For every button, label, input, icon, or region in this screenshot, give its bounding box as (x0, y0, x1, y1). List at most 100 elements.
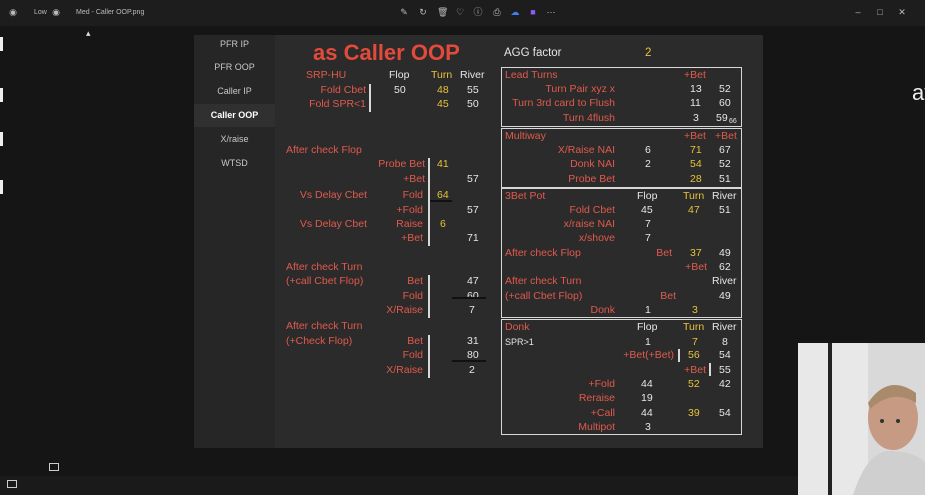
stat-label: Multipot (578, 421, 615, 433)
col-turn: Turn (431, 69, 453, 81)
pen-icon[interactable]: ✎ (399, 7, 409, 17)
stat-value: 41 (437, 158, 449, 170)
stat-value: 6 (645, 144, 651, 156)
stat-label: Turn 4flush (562, 112, 615, 124)
stat-value: 6 (440, 218, 446, 230)
app-icon[interactable]: ■ (528, 7, 538, 17)
stat-label: x/shove (578, 232, 615, 244)
heart-icon[interactable]: ♡ (455, 7, 465, 17)
sidebar-item-xraise[interactable]: X/raise (194, 134, 275, 144)
sidebar-item-caller-oop[interactable]: Caller OOP (194, 104, 275, 127)
stat-value: 31 (467, 335, 479, 347)
page-title: as Caller OOP (313, 40, 460, 65)
stat-label: Bet (407, 335, 423, 347)
stat-value: 57 (467, 173, 479, 185)
stat-value: 71 (690, 144, 702, 156)
stat-value: 67 (719, 144, 731, 156)
edge-mark (0, 37, 3, 51)
stat-label: x/raise NAI (563, 218, 615, 230)
stat-value: 60 (719, 97, 731, 109)
divider (709, 363, 711, 376)
window-icon[interactable] (49, 463, 59, 471)
window-title-bar: ◉ Low ◉ Med - Caller OOP.png ✎ ↻ 🗑 ♡ ⓘ ⎙… (0, 0, 925, 26)
stat-value: 59 (716, 112, 728, 124)
col-flop: Flop (389, 69, 410, 81)
edge-mark (0, 132, 3, 146)
close-icon[interactable]: ✕ (897, 7, 907, 17)
stat-value: 54 (719, 349, 731, 361)
webcam-person-image (798, 343, 925, 495)
stat-value: 3 (693, 112, 699, 124)
after-check-turn-subheader: (+call Cbet Flop) (286, 275, 364, 287)
stat-value: 55 (467, 84, 479, 96)
divider (428, 275, 430, 318)
col-bet: +Bet (715, 130, 737, 142)
edge-mark (0, 180, 3, 194)
stat-label: +Fold (588, 378, 615, 390)
stat-label: +Call (590, 407, 615, 419)
stat-value: 13 (690, 83, 702, 95)
stat-label: X/Raise NAI (557, 144, 615, 156)
stat-label: Probe Bet (378, 158, 425, 170)
print-icon[interactable]: ⎙ (492, 7, 502, 17)
stat-value: 42 (719, 378, 731, 390)
stat-value: 7 (469, 304, 475, 316)
stat-subvalue: 66 (729, 118, 737, 125)
app-icon[interactable]: ◉ (8, 7, 18, 17)
cloud-icon[interactable]: ☁ (510, 7, 520, 17)
app-icon[interactable]: ◉ (51, 7, 61, 17)
rotate-icon[interactable]: ↻ (418, 7, 428, 17)
after-check-flop-label: After check Flop (505, 247, 581, 259)
stat-value: 7 (692, 336, 698, 348)
trash-icon[interactable]: 🗑 (437, 7, 448, 17)
after-check-flop-header: After check Flop (286, 144, 362, 156)
stat-label: Bet (407, 275, 423, 287)
stat-label: Bet (660, 290, 676, 302)
col-turn: Turn (683, 321, 705, 333)
minimize-icon[interactable]: – (853, 7, 863, 17)
strike-mark (452, 297, 486, 299)
sidebar-item-wtsd[interactable]: WTSD (194, 158, 275, 168)
stat-value: 1 (645, 304, 651, 316)
stat-label: Reraise (578, 392, 615, 404)
stat-value: 1 (645, 336, 651, 348)
stat-value: 51 (719, 173, 731, 185)
window-icon[interactable] (7, 480, 17, 488)
stat-label: Fold (402, 189, 423, 201)
strike-mark (430, 200, 452, 202)
info-icon[interactable]: ⓘ (473, 7, 483, 17)
stat-value: 8 (722, 336, 728, 348)
stat-value: 47 (467, 275, 479, 287)
divider (428, 335, 430, 378)
stat-value: 2 (469, 364, 475, 376)
mouse-cursor-icon: ▴ (86, 28, 91, 38)
spr-label: SPR>1 (505, 337, 534, 347)
stat-value: 7 (645, 232, 651, 244)
stat-label: +Bet (401, 232, 423, 244)
col-bet: +Bet (684, 130, 706, 142)
tab-low[interactable]: Low (34, 9, 47, 16)
stat-value: 3 (645, 421, 651, 433)
stat-value: 52 (688, 378, 700, 390)
more-icon[interactable]: ⋯ (546, 7, 556, 17)
col-river: River (712, 190, 737, 202)
stat-value: 47 (688, 204, 700, 216)
stat-label: Fold Cbet (320, 84, 366, 96)
stat-value: 50 (394, 84, 406, 96)
stat-value: 44 (641, 407, 653, 419)
after-check-turn-subheader: (+Check Flop) (286, 335, 353, 347)
divider (369, 84, 371, 112)
tab-file-title[interactable]: Med - Caller OOP.png (76, 9, 144, 16)
multiway-header: Multiway (505, 130, 546, 142)
stat-value: 52 (719, 158, 731, 170)
stat-label: Fold (402, 349, 423, 361)
sidebar-item-caller-ip[interactable]: Caller IP (194, 86, 275, 96)
divider (678, 349, 680, 362)
col-river: River (712, 275, 737, 287)
maximize-icon[interactable]: □ (875, 7, 885, 17)
sidebar-item-pfr-oop[interactable]: PFR OOP (194, 62, 275, 72)
webcam-overlay (798, 343, 925, 495)
sidebar-item-pfr-ip[interactable]: PFR IP (194, 39, 275, 49)
stat-value: 51 (719, 204, 731, 216)
stat-label: X/Raise (386, 364, 423, 376)
